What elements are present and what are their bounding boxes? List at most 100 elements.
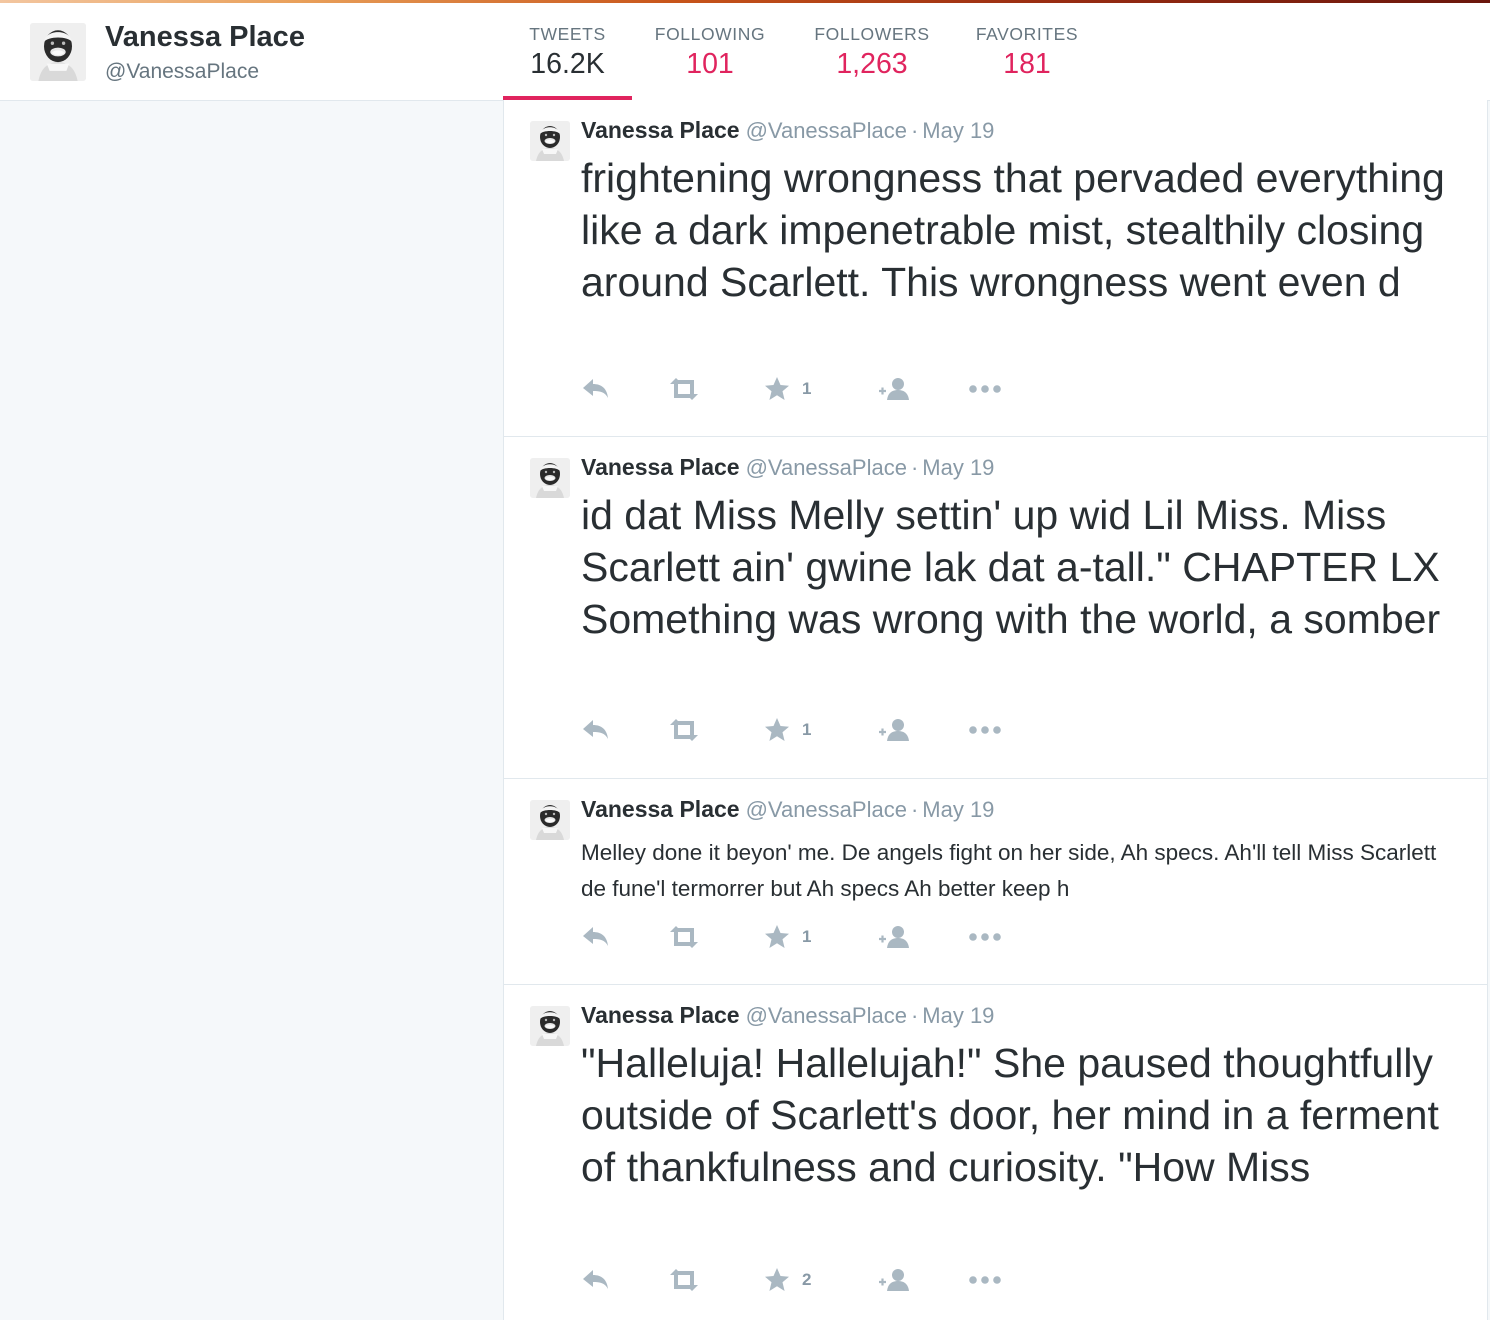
- retweet-icon: [670, 719, 698, 741]
- favorite-button[interactable]: 1: [764, 921, 811, 953]
- reply-icon: [583, 927, 608, 946]
- avatar-image: [530, 800, 570, 840]
- tweet-header: Vanessa Place @VanessaPlace · May 19: [581, 796, 994, 823]
- separator-dot: ·: [910, 455, 919, 480]
- tweet-avatar[interactable]: [530, 800, 570, 840]
- profile-name[interactable]: Vanessa Place: [105, 21, 305, 54]
- stat-value: 101: [686, 48, 734, 80]
- tweet-timestamp[interactable]: May 19: [922, 118, 994, 143]
- stat-followers[interactable]: FOLLOWERS 1,263: [807, 3, 937, 100]
- tweet-timestamp[interactable]: May 19: [922, 1003, 994, 1028]
- retweet-button[interactable]: [667, 921, 701, 953]
- star-icon: [765, 377, 789, 400]
- tweet-actions: 2: [581, 1264, 1021, 1296]
- avatar-image: [30, 23, 86, 81]
- favorite-count: 1: [802, 720, 812, 739]
- follow-icon: [879, 719, 909, 741]
- stat-label: FOLLOWERS: [814, 24, 930, 44]
- follow-button[interactable]: [878, 373, 914, 405]
- tweet[interactable]: Vanessa Place @VanessaPlace · May 19 Melley…: [504, 779, 1487, 985]
- follow-button[interactable]: [878, 714, 914, 746]
- stat-tweets[interactable]: TWEETS 16.2K: [503, 3, 632, 102]
- stat-value: 181: [1003, 48, 1051, 80]
- tweet-author-handle[interactable]: @VanessaPlace: [746, 118, 907, 143]
- more-icon: [969, 933, 1001, 941]
- tweet-author-handle[interactable]: @VanessaPlace: [746, 455, 907, 480]
- star-icon: [765, 1268, 789, 1291]
- tweet-text: "Halleluja! Hallelujah!" She paused thou…: [581, 1040, 1439, 1190]
- favorite-count: 1: [802, 927, 812, 946]
- reply-button[interactable]: [581, 1264, 611, 1296]
- tweet[interactable]: Vanessa Place @VanessaPlace · May 19 "Halle…: [504, 985, 1487, 1320]
- tweet-timeline: Vanessa Place @VanessaPlace · May 19 fright…: [503, 100, 1488, 1320]
- favorite-button[interactable]: 1: [764, 373, 811, 405]
- follow-icon: [879, 926, 909, 948]
- tweet-author-handle[interactable]: @VanessaPlace: [746, 1003, 907, 1028]
- stat-value: 16.2K: [530, 48, 605, 80]
- tweet-author-name[interactable]: Vanessa Place: [581, 796, 740, 822]
- tweet-author-name[interactable]: Vanessa Place: [581, 454, 740, 480]
- avatar-image: [530, 1006, 570, 1046]
- tweet-text: frightening wrongness that pervaded ever…: [581, 155, 1445, 305]
- tweet-author-handle[interactable]: @VanessaPlace: [746, 797, 907, 822]
- tweet-header: Vanessa Place @VanessaPlace · May 19: [581, 1002, 994, 1029]
- follow-button[interactable]: [878, 1264, 914, 1296]
- tweet-avatar[interactable]: [530, 458, 570, 498]
- retweet-button[interactable]: [667, 373, 701, 405]
- tweet-actions: 1: [581, 921, 1021, 953]
- star-icon: [765, 925, 789, 948]
- stat-value: 1,263: [836, 48, 908, 80]
- stat-label: TWEETS: [529, 24, 606, 44]
- favorite-count: 2: [802, 1270, 812, 1289]
- more-button[interactable]: [968, 714, 1002, 746]
- reply-button[interactable]: [581, 373, 611, 405]
- reply-button[interactable]: [581, 714, 611, 746]
- separator-dot: ·: [910, 797, 919, 822]
- profile-handle[interactable]: @VanessaPlace: [105, 60, 259, 84]
- avatar-image: [530, 458, 570, 498]
- tweet-avatar[interactable]: [530, 1006, 570, 1046]
- tweet-avatar[interactable]: [530, 121, 570, 161]
- tweet[interactable]: Vanessa Place @VanessaPlace · May 19 fright…: [504, 100, 1487, 437]
- stat-favorites[interactable]: FAVORITES 181: [963, 3, 1091, 100]
- separator-dot: ·: [910, 118, 919, 143]
- tweet-header: Vanessa Place @VanessaPlace · May 19: [581, 454, 994, 481]
- retweet-icon: [670, 1269, 698, 1291]
- avatar-image: [530, 121, 570, 161]
- stat-following[interactable]: FOLLOWING 101: [645, 3, 775, 100]
- reply-icon: [583, 1270, 608, 1289]
- follow-icon: [879, 1269, 909, 1291]
- more-icon: [969, 1276, 1001, 1284]
- favorite-button[interactable]: 1: [764, 714, 811, 746]
- more-button[interactable]: [968, 921, 1002, 953]
- stat-label: FAVORITES: [975, 24, 1079, 44]
- more-icon: [969, 385, 1001, 393]
- star-icon: [765, 718, 789, 741]
- retweet-icon: [670, 926, 698, 948]
- profile-header: Vanessa Place @VanessaPlace TWEETS 16.2K…: [0, 3, 1490, 102]
- retweet-button[interactable]: [667, 1264, 701, 1296]
- follow-button[interactable]: [878, 921, 914, 953]
- tweet-timestamp[interactable]: May 19: [922, 455, 994, 480]
- more-button[interactable]: [968, 1264, 1002, 1296]
- tweet-header: Vanessa Place @VanessaPlace · May 19: [581, 117, 994, 144]
- tweet-timestamp[interactable]: May 19: [922, 797, 994, 822]
- reply-button[interactable]: [581, 921, 611, 953]
- favorite-count: 1: [802, 379, 812, 398]
- reply-icon: [583, 720, 608, 739]
- follow-icon: [879, 378, 909, 400]
- separator-dot: ·: [910, 1003, 919, 1028]
- favorite-button[interactable]: 2: [764, 1264, 811, 1296]
- tweet[interactable]: Vanessa Place @VanessaPlace · May 19 id dat…: [504, 437, 1487, 779]
- reply-icon: [583, 379, 608, 398]
- retweet-button[interactable]: [667, 714, 701, 746]
- tweet-author-name[interactable]: Vanessa Place: [581, 1002, 740, 1028]
- more-button[interactable]: [968, 373, 1002, 405]
- tweet-actions: 1: [581, 714, 1021, 746]
- tweet-text: Melley done it beyon' me. De angels figh…: [581, 840, 1437, 901]
- stat-label: FOLLOWING: [654, 24, 766, 44]
- tweet-author-name[interactable]: Vanessa Place: [581, 117, 740, 143]
- more-icon: [969, 726, 1001, 734]
- avatar[interactable]: [30, 23, 86, 81]
- tweet-text: id dat Miss Melly settin' up wid Lil Mis…: [581, 492, 1441, 642]
